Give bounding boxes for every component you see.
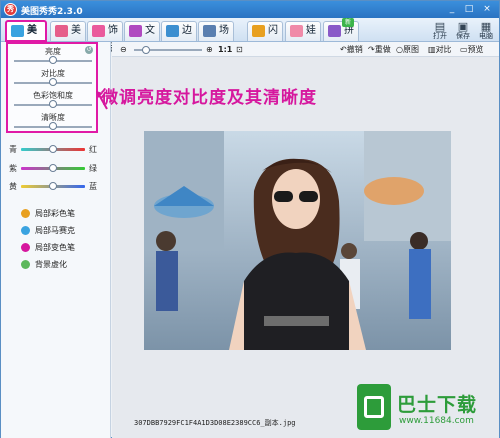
preview-label: 预览 [467,45,484,54]
saturation-thumb[interactable] [49,100,57,108]
effect-local-color-pen[interactable]: 局部彩色笔 [21,208,75,219]
status-filename: 307DBB7929FC1F4A1D3D08E2389CC6_副本.jpg [134,419,296,427]
undo-label: 撤销 [346,45,363,54]
adjust-panel-highlight: ↺ 亮度 对比度 色彩饱和度 清晰度 [6,42,98,133]
brightness-thumb[interactable] [49,56,57,64]
canvas-control-bar: ⊖ ⊕ 1:1 ⊡ ↶撤销 ↷重做 ○原图 ▥对比 ▭预览 [112,42,499,57]
app-title: 美图秀秀2.3.0 [21,7,83,17]
computer-label: 电脑 [479,32,493,40]
cyan-red-thumb[interactable] [49,145,57,153]
magenta-label: 紫 [9,164,17,173]
effect-background-blur[interactable]: 背景虚化 [21,259,67,270]
cyan-label: 青 [9,145,17,154]
contrast-thumb[interactable] [49,78,57,86]
computer-icon: ▦ [480,20,492,33]
compare-label: 对比 [435,45,452,54]
computer-button[interactable]: ▦ 电脑 [475,21,497,41]
blur-icon [21,260,30,269]
effect-label: 局部彩色笔 [35,209,75,218]
folder-icon: ▤ [434,20,446,33]
tab-accessories[interactable]: 饰品 [87,21,123,54]
edited-photo[interactable] [144,131,451,350]
recolor-pen-icon [21,243,30,252]
watermark-logo [357,384,391,430]
compare-button[interactable]: ▥对比 [428,44,452,55]
preview-button[interactable]: ▭预览 [460,44,484,55]
green-label: 绿 [89,164,97,173]
effect-label: 局部马赛克 [35,226,75,235]
app-logo: 秀 [4,3,17,16]
new-badge: 新 [342,18,354,27]
effect-local-mosaic[interactable]: 局部马赛克 [21,225,75,236]
close-button[interactable]: × [480,3,494,15]
tab-beautify[interactable]: 美化 [5,20,47,54]
app-window: 秀 美图秀秀2.3.0 _ □ × 美化 美容 饰品 文字 边框 场景 [0,0,500,438]
scene-icon [203,25,216,37]
undo-icon: ↶ [340,45,347,54]
tab-flash[interactable]: 闪图 [247,21,283,54]
original-icon: ○ [396,45,403,54]
sharpness-thumb[interactable] [49,122,57,130]
fit-window-icon[interactable]: ⊡ [236,44,243,55]
blue-label: 蓝 [89,182,97,191]
flash-icon [252,25,265,37]
tab-doll[interactable]: 娃娃 [285,21,321,54]
effect-label: 背景虚化 [35,260,67,269]
undo-button[interactable]: ↶撤销 [340,44,363,55]
preview-icon: ▭ [460,45,468,54]
original-button[interactable]: ○原图 [396,44,419,55]
tab-scene[interactable]: 场景 [198,21,234,54]
redo-button[interactable]: ↷重做 [368,44,391,55]
magenta-green-thumb[interactable] [49,164,57,172]
collage-icon [328,25,341,37]
annotation-arrow [96,91,108,110]
tab-beauty[interactable]: 美容 [50,21,86,54]
accessories-icon [92,25,105,37]
beautify-icon [11,25,24,37]
original-label: 原图 [402,45,419,54]
zoom-thumb[interactable] [142,46,150,54]
doll-icon [290,25,303,37]
beauty-icon [55,25,68,37]
watermark-url: www.11684.com [399,416,474,426]
minimize-button[interactable]: _ [445,3,459,15]
redo-icon: ↷ [368,45,375,54]
site-watermark: 巴士下载 www.11684.com [357,384,497,434]
save-icon: ▣ [457,20,469,33]
compare-icon: ▥ [428,45,436,54]
effect-local-recolor-pen[interactable]: 局部变色笔 [21,242,75,253]
maximize-button[interactable]: □ [462,3,476,15]
frame-icon [166,25,179,37]
color-pen-icon [21,209,30,218]
effect-label: 局部变色笔 [35,243,75,252]
annotation-text: 微调亮度对比度及其清晰度 [101,88,317,108]
yellow-blue-thumb[interactable] [49,182,57,190]
main-toolbar: 美化 美容 饰品 文字 边框 场景 闪图 娃娃 [1,18,499,54]
watermark-name: 巴士下载 [397,394,478,416]
mosaic-icon [21,226,30,235]
red-label: 红 [89,145,97,154]
save-label: 保存 [456,32,470,40]
redo-label: 重做 [374,45,391,54]
text-icon [129,25,142,37]
zoom-out-icon[interactable]: ⊖ [120,44,127,55]
watermark-logo-shape [364,396,384,418]
tab-text[interactable]: 文字 [124,21,160,54]
open-label: 打开 [433,32,447,40]
yellow-label: 黄 [9,182,17,191]
zoom-in-icon[interactable]: ⊕ [206,44,213,55]
title-bar: 秀 美图秀秀2.3.0 _ □ × [1,1,499,18]
actual-size-button[interactable]: 1:1 [218,44,232,55]
open-button[interactable]: ▤ 打开 [429,21,451,41]
tab-frame[interactable]: 边框 [161,21,197,54]
photo-image [144,131,451,350]
save-button[interactable]: ▣ 保存 [452,21,474,41]
